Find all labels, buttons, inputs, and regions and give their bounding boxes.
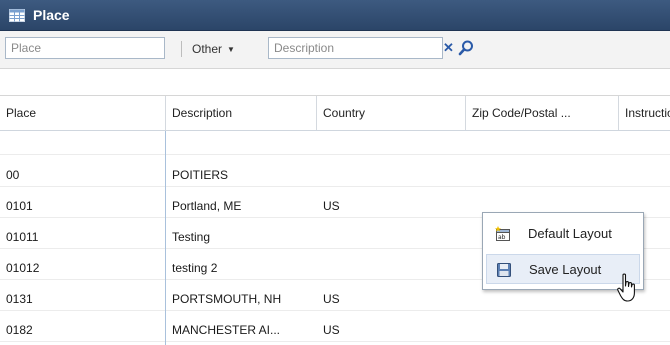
column-header-instructions[interactable]: Instructions xyxy=(619,96,670,130)
cell-description: Portland, ME xyxy=(172,199,242,213)
description-filter-input[interactable] xyxy=(268,37,443,59)
menu-item-default-layout[interactable]: ab Default Layout xyxy=(486,219,640,249)
column-header-place[interactable]: Place xyxy=(0,96,166,130)
cell-place: 00 xyxy=(6,168,20,182)
place-column-divider xyxy=(165,131,166,345)
svg-text:ab: ab xyxy=(498,234,506,241)
cell-country: US xyxy=(323,292,340,306)
column-header-description[interactable]: Description xyxy=(166,96,317,130)
table-row[interactable]: 0182 MANCHESTER AI... US xyxy=(0,318,670,342)
cell-description: POITIERS xyxy=(172,168,229,182)
cell-country xyxy=(317,163,466,187)
column-header-country[interactable]: Country xyxy=(317,96,466,130)
cell-country xyxy=(317,131,466,155)
grid-header: Place Description Country Zip Code/Posta… xyxy=(0,96,670,131)
table-row[interactable]: 00 POITIERS xyxy=(0,163,670,187)
cell-country xyxy=(317,225,466,249)
cell-description: Testing xyxy=(172,230,211,244)
filter-bar: Other ▼ ✕ xyxy=(0,31,670,69)
other-filter-label: Other xyxy=(192,42,223,56)
cell-place: 0101 xyxy=(6,199,33,213)
cell-country xyxy=(317,256,466,280)
place-filter-input[interactable] xyxy=(5,37,165,59)
cell-description xyxy=(166,131,317,155)
cell-description: PORTSMOUTH, NH xyxy=(172,292,282,306)
default-layout-icon: ab xyxy=(495,226,510,241)
menu-item-label: Default Layout xyxy=(528,226,612,241)
window-titlebar: Place xyxy=(0,0,670,31)
cell-place: 01011 xyxy=(6,230,39,244)
cell-country: US xyxy=(323,199,340,213)
save-disk-icon xyxy=(497,263,511,277)
window-title: Place xyxy=(33,7,70,23)
cell-place: 0182 xyxy=(6,323,33,337)
chevron-down-icon: ▼ xyxy=(227,45,235,54)
hand-cursor-icon xyxy=(617,273,635,302)
magnifier-icon[interactable] xyxy=(458,39,474,57)
cell-place: 01012 xyxy=(6,261,40,275)
menu-item-label: Save Layout xyxy=(529,262,602,277)
table-grid-icon xyxy=(9,9,25,22)
filter-separator xyxy=(181,41,182,57)
table-row[interactable]: 0131 PORTSMOUTH, NH US xyxy=(0,287,670,311)
cell-place: 0131 xyxy=(6,292,33,306)
column-header-zip-code[interactable]: Zip Code/Postal ... xyxy=(466,96,619,130)
cell-place xyxy=(0,131,166,155)
clear-x-icon[interactable]: ✕ xyxy=(443,39,457,57)
table-row[interactable] xyxy=(0,131,670,155)
cell-description: testing 2 xyxy=(172,261,218,275)
cell-country: US xyxy=(323,323,340,337)
cell-description: MANCHESTER AI... xyxy=(172,323,281,337)
other-filter-dropdown[interactable]: Other ▼ xyxy=(192,40,235,58)
